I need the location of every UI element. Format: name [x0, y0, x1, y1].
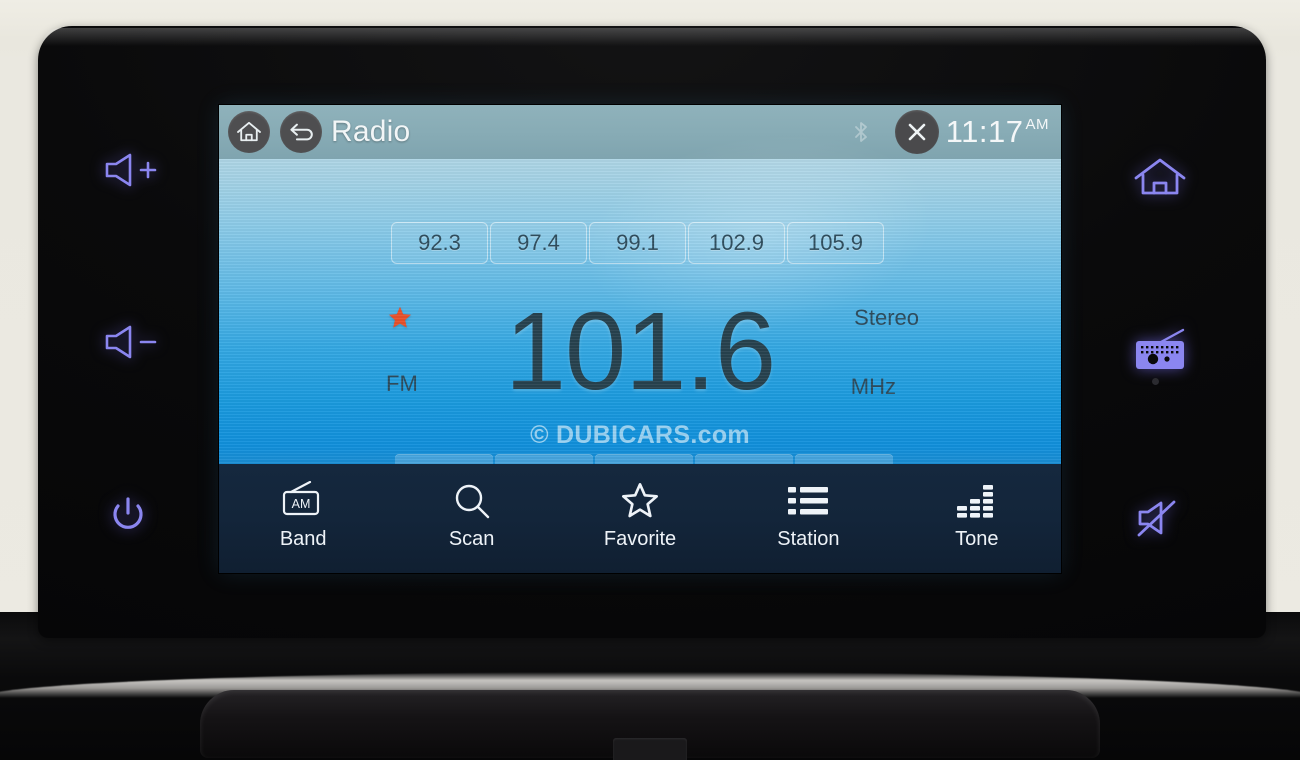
close-icon	[908, 123, 926, 141]
dashboard-center-tab	[613, 738, 687, 760]
preset-button-2[interactable]: 97.4	[490, 222, 587, 264]
equalizer-icon	[956, 485, 993, 518]
volume-down-key[interactable]	[92, 314, 176, 370]
nav-label-band: Band	[279, 528, 327, 550]
nav-item-band[interactable]: AM Band	[219, 464, 387, 551]
speaker-minus-icon	[105, 325, 157, 359]
screen-back-button[interactable]	[280, 111, 322, 153]
clock-time: 11:17	[945, 114, 1024, 149]
back-arrow-icon	[289, 123, 313, 141]
preset-list: 92.3 97.4 99.1 102.9 105.9	[391, 222, 884, 264]
tuner-panel: 92.3 97.4 99.1 102.9 105.9 FM 101.6 Ster…	[219, 105, 1061, 512]
page-title: Radio	[331, 115, 411, 148]
radio-key[interactable]	[1122, 320, 1198, 380]
frequency-display: 101.6	[504, 290, 776, 413]
screen-home-button[interactable]	[228, 111, 270, 153]
radio-am-icon: AM	[283, 481, 320, 516]
home-icon	[1134, 158, 1186, 195]
bottom-nav-bar: AM Band Scan Favorite Station Tone	[219, 464, 1061, 573]
preset-button-5[interactable]: 105.9	[787, 222, 884, 264]
search-icon-wrap	[452, 478, 492, 524]
clock-meridiem: AM	[1025, 116, 1049, 133]
title-bar: Radio 11:17 AM	[219, 105, 1061, 159]
nav-item-favorite[interactable]: Favorite	[556, 464, 724, 551]
power-icon	[113, 497, 143, 529]
radio-icon	[1136, 328, 1185, 369]
svg-text:AM: AM	[292, 497, 311, 511]
star-outline-icon	[622, 483, 659, 518]
volume-up-key[interactable]	[92, 142, 176, 198]
search-icon	[455, 484, 489, 519]
nav-label-scan: Scan	[448, 528, 495, 550]
power-key[interactable]	[96, 488, 160, 544]
list-icon	[788, 487, 829, 515]
clock: 11:17 AM	[946, 114, 1049, 150]
mute-key[interactable]	[1120, 490, 1196, 546]
preset-button-1[interactable]: 92.3	[391, 222, 488, 264]
close-button[interactable]	[894, 110, 939, 154]
bluetooth-icon	[854, 122, 867, 142]
status-area: 11:17 AM	[853, 110, 1061, 154]
preset-button-4[interactable]: 102.9	[688, 222, 785, 264]
home-key[interactable]	[1120, 148, 1200, 206]
preset-button-3[interactable]: 99.1	[589, 222, 686, 264]
list-icon-wrap	[787, 478, 829, 524]
stereo-indicator: Stereo	[854, 305, 919, 330]
nav-label-favorite: Favorite	[603, 528, 677, 550]
sensor-dot	[1152, 378, 1159, 385]
frequency-unit: MHz	[850, 374, 896, 399]
watermark: © DUBICARS.com	[530, 421, 750, 449]
infotainment-screen[interactable]: Radio 11:17 AM 92.3 97.4 99.1 102.9 105.…	[219, 105, 1061, 573]
speaker-plus-icon	[105, 153, 157, 187]
nav-item-scan[interactable]: Scan	[387, 464, 555, 551]
radio-am-icon-wrap: AM	[280, 478, 326, 524]
speaker-mute-icon	[1137, 500, 1176, 537]
star-outline-icon-wrap	[619, 478, 661, 524]
nav-label-station: Station	[777, 528, 840, 550]
home-icon	[237, 121, 261, 142]
nav-label-tone: Tone	[955, 528, 999, 550]
nav-item-tone[interactable]: Tone	[893, 464, 1061, 551]
nav-item-station[interactable]: Station	[724, 464, 892, 551]
equalizer-icon-wrap	[955, 478, 999, 524]
